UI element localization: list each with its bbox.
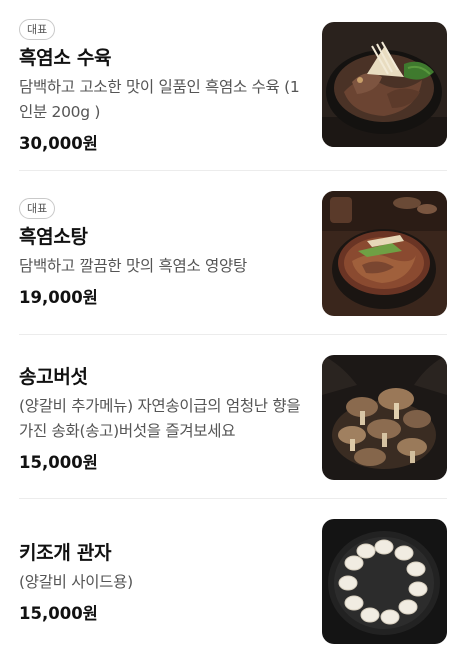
menu-item-description: 담백하고 깔끔한 맛의 흑염소 영양탕 — [19, 257, 247, 275]
menu-item-text: 대표 흑염소탕 담백하고 깔끔한 맛의 흑염소 영양탕 19,000원 — [19, 197, 309, 311]
menu-item-name: 송고버섯 — [19, 366, 88, 388]
menu-item-name: 키조개 관자 — [19, 542, 112, 564]
menu-item-black-goat-soup[interactable]: 대표 흑염소탕 담백하고 깔끔한 맛의 흑염소 영양탕 19,000원 — [0, 171, 466, 335]
black-goat-suyuk-photo[interactable] — [322, 22, 447, 147]
menu-item-songgo-mushroom[interactable]: 송고버섯 (양갈비 추가메뉴) 자연송이급의 엄청난 향을 가진 송화(송고)버… — [0, 335, 466, 499]
menu-item-price: 15,000원 — [19, 453, 98, 472]
menu-item-text: 대표 흑염소 수육 담백하고 고소한 맛이 일품인 흑염소 수육 (1인분 20… — [19, 18, 309, 157]
songgo-mushroom-photo[interactable] — [322, 355, 447, 480]
menu-list: 대표 흑염소 수육 담백하고 고소한 맛이 일품인 흑염소 수육 (1인분 20… — [0, 0, 466, 659]
menu-item-text: 키조개 관자 (양갈비 사이드용) 15,000원 — [19, 539, 309, 627]
menu-item-price: 19,000원 — [19, 288, 98, 307]
signature-badge: 대표 — [19, 198, 56, 219]
menu-item-text: 송고버섯 (양갈비 추가메뉴) 자연송이급의 엄청난 향을 가진 송화(송고)버… — [19, 363, 309, 476]
menu-item-description: (양갈비 사이드용) — [19, 573, 133, 591]
menu-item-price: 30,000원 — [19, 134, 98, 153]
menu-item-black-goat-suyuk[interactable]: 대표 흑염소 수육 담백하고 고소한 맛이 일품인 흑염소 수육 (1인분 20… — [0, 0, 466, 171]
menu-item-description: (양갈비 추가메뉴) 자연송이급의 엄청난 향을 가진 송화(송고)버섯을 즐겨… — [19, 397, 301, 440]
signature-badge: 대표 — [19, 19, 56, 40]
menu-item-description: 담백하고 고소한 맛이 일품인 흑염소 수육 (1인분 200g ) — [19, 78, 300, 121]
black-goat-soup-photo[interactable] — [322, 191, 447, 316]
menu-item-name: 흑염소 수육 — [19, 47, 112, 69]
menu-item-name: 흑염소탕 — [19, 226, 88, 248]
menu-item-pen-shell-scallop[interactable]: 키조개 관자 (양갈비 사이드용) 15,000원 — [0, 499, 466, 659]
menu-item-price: 15,000원 — [19, 604, 98, 623]
pen-shell-scallop-photo[interactable] — [322, 519, 447, 644]
